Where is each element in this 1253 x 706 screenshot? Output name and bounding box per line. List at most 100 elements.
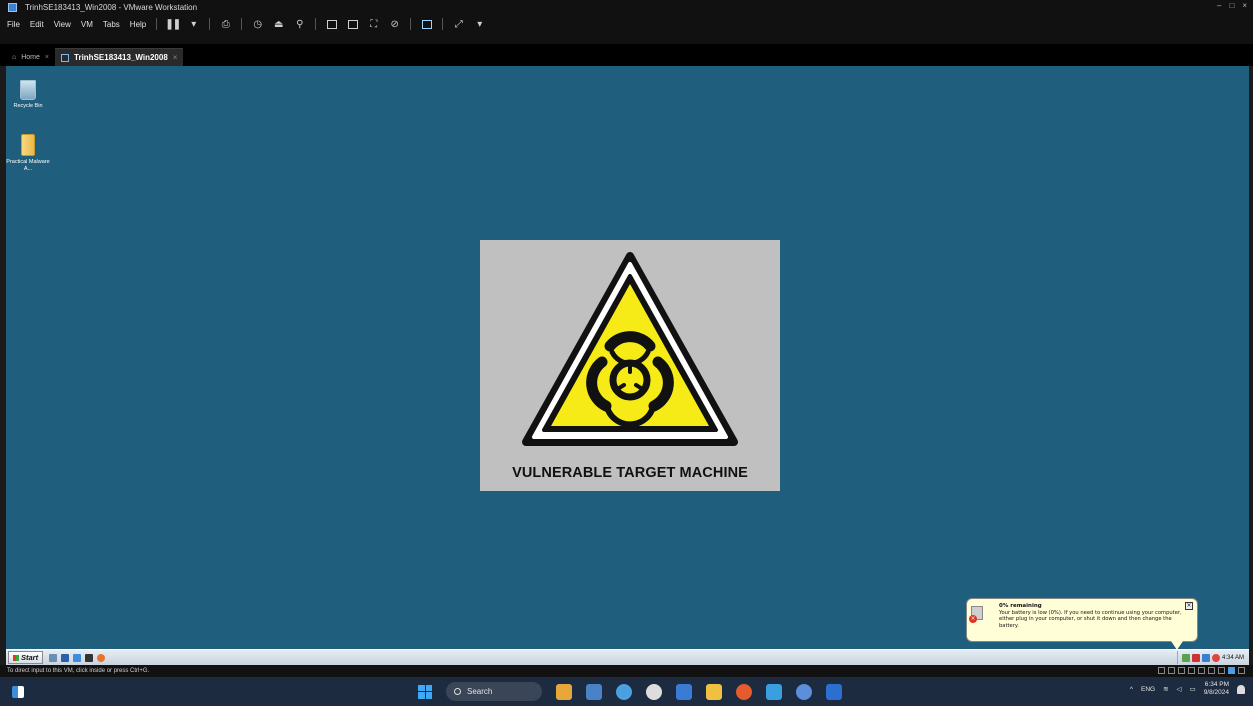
widgets-icon[interactable]	[12, 686, 24, 698]
notification-close-button[interactable]: ×	[1185, 602, 1193, 610]
sound-card-icon[interactable]	[1208, 667, 1215, 674]
start-button[interactable]: Start	[8, 651, 44, 664]
biohazard-icon	[522, 252, 738, 446]
dropdown-arrow-icon[interactable]: ▾	[474, 19, 485, 30]
revert-snapshot-icon[interactable]: ⏏	[273, 19, 284, 30]
close-tab-icon[interactable]: ×	[173, 53, 178, 62]
desktop-icon-label: Recycle Bin	[13, 103, 43, 109]
host-time: 6:34 PM	[1204, 681, 1229, 688]
quick-launch	[49, 653, 106, 662]
snapshot-manager-icon[interactable]: ⚲	[294, 19, 305, 30]
toolbar-separator	[410, 18, 412, 30]
command-prompt-icon[interactable]	[85, 653, 94, 662]
tab-home[interactable]: ⌂ Home ×	[6, 48, 55, 66]
pause-icon[interactable]: ❚❚	[165, 19, 181, 30]
host-date: 9/8/2024	[1203, 689, 1229, 696]
printer-icon[interactable]	[1218, 667, 1225, 674]
copilot-icon[interactable]	[556, 683, 572, 700]
close-tab-icon[interactable]: ×	[45, 54, 49, 61]
guest-desktop[interactable]: Recycle Bin Practical Malware A... VULNE…	[6, 66, 1249, 650]
full-screen-icon[interactable]: ⛶	[368, 19, 379, 30]
vmware-tools-icon[interactable]	[1201, 653, 1210, 662]
recycle-bin-icon	[20, 80, 36, 100]
server-manager-icon[interactable]	[49, 653, 58, 662]
file-explorer-icon[interactable]	[706, 683, 722, 700]
windows-start-icon[interactable]	[418, 684, 432, 699]
chrome-icon[interactable]	[736, 683, 752, 700]
hard-disk-icon[interactable]	[1158, 667, 1165, 674]
hard-disk-icon[interactable]	[1168, 667, 1175, 674]
window-title: TrinhSE183413_Win2008 - VMware Workstati…	[25, 2, 198, 12]
settings-icon[interactable]	[646, 683, 662, 700]
vmware-taskbar-icon[interactable]	[766, 683, 782, 700]
cd-dvd-icon[interactable]	[1178, 667, 1185, 674]
desktop-icon-recycle-bin[interactable]: Recycle Bin	[6, 80, 50, 110]
chevron-up-icon[interactable]: ^	[1130, 686, 1133, 693]
tab-label: Home	[21, 53, 40, 61]
search-icon	[454, 688, 461, 695]
tab-vm[interactable]: TrinhSE183413_Win2008 ×	[55, 48, 184, 66]
menu-help[interactable]: Help	[130, 20, 146, 29]
host-taskbar-apps: Search	[418, 682, 842, 701]
word-icon[interactable]	[826, 683, 842, 700]
chrome-profile-icon[interactable]	[796, 683, 812, 700]
maximize-button[interactable]: □	[1229, 1, 1234, 10]
tab-bar: ⌂ Home × TrinhSE183413_Win2008 ×	[0, 34, 1253, 66]
library-view-icon[interactable]	[326, 19, 337, 30]
dropdown-arrow-icon[interactable]: ▾	[188, 19, 199, 30]
battery-host-icon[interactable]: ▭	[1190, 685, 1196, 693]
snapshot-icon[interactable]: ◷	[252, 19, 263, 30]
menu-file[interactable]: File	[7, 20, 20, 29]
console-view-icon[interactable]	[421, 19, 432, 30]
stretch-guest-icon[interactable]: ⤢	[453, 19, 464, 30]
window-controls: – □ ×	[1217, 1, 1247, 10]
wallpaper-caption: VULNERABLE TARGET MACHINE	[512, 465, 748, 481]
language-indicator[interactable]: ENG	[1141, 686, 1155, 693]
send-ctrl-alt-del-icon[interactable]: ⎙	[220, 19, 231, 30]
powershell-icon[interactable]	[61, 653, 70, 662]
speaker-icon[interactable]: ◁	[1177, 685, 1182, 693]
toolbar-separator	[442, 18, 444, 30]
menu-edit[interactable]: Edit	[30, 20, 44, 29]
wallpaper-warning: VULNERABLE TARGET MACHINE	[480, 240, 780, 491]
notification-body: Your battery is low (0%). If you need to…	[999, 610, 1182, 629]
menu-view[interactable]: View	[54, 20, 71, 29]
title-bar: TrinhSE183413_Win2008 - VMware Workstati…	[0, 0, 1253, 14]
firefox-icon[interactable]	[97, 653, 106, 662]
close-window-button[interactable]: ×	[1242, 1, 1247, 10]
vm-icon	[61, 53, 70, 62]
toolbar-separator	[209, 18, 211, 30]
guest-clock[interactable]: 4:34 AM	[1222, 655, 1244, 661]
device-indicators	[1158, 667, 1245, 674]
host-clock[interactable]: 6:34 PM 9/8/2024	[1204, 681, 1229, 697]
usb-icon[interactable]	[1198, 667, 1205, 674]
message-log-icon[interactable]	[1238, 667, 1245, 674]
battery-notification[interactable]: × 0% remaining Your battery is low (0%).…	[966, 598, 1198, 650]
display-icon[interactable]	[1228, 667, 1235, 674]
toolbar-separator	[315, 18, 317, 30]
task-view-icon[interactable]	[586, 683, 602, 700]
desktop-icon-practical-malware[interactable]: Practical Malware A...	[6, 134, 50, 173]
notification-bell-icon[interactable]	[1237, 684, 1245, 694]
network-icon[interactable]	[1181, 653, 1190, 662]
search-label: Search	[467, 687, 493, 696]
thumbnail-view-icon[interactable]	[347, 19, 358, 30]
host-search-box[interactable]: Search	[446, 682, 542, 701]
unity-icon[interactable]: ⊘	[389, 19, 400, 30]
vmware-app-icon	[8, 2, 17, 12]
network-adapter-icon[interactable]	[1188, 667, 1195, 674]
menu-tabs[interactable]: Tabs	[103, 20, 120, 29]
guest-taskbar: Start 4:34 AM	[6, 649, 1249, 665]
volume-icon[interactable]	[1211, 653, 1220, 662]
home-icon: ⌂	[12, 53, 17, 61]
battery-icon[interactable]	[1191, 653, 1200, 662]
start-label: Start	[21, 653, 39, 662]
host-system-tray: ^ ENG ≋ ◁ ▭ 6:34 PM 9/8/2024	[1130, 681, 1245, 697]
visual-studio-icon[interactable]	[676, 683, 692, 700]
wifi-icon[interactable]: ≋	[1163, 685, 1168, 693]
edge-icon[interactable]	[616, 683, 632, 700]
internet-explorer-icon[interactable]	[73, 653, 82, 662]
minimize-button[interactable]: –	[1217, 1, 1221, 10]
menu-vm[interactable]: VM	[81, 20, 93, 29]
windows-flag-icon	[13, 654, 19, 661]
